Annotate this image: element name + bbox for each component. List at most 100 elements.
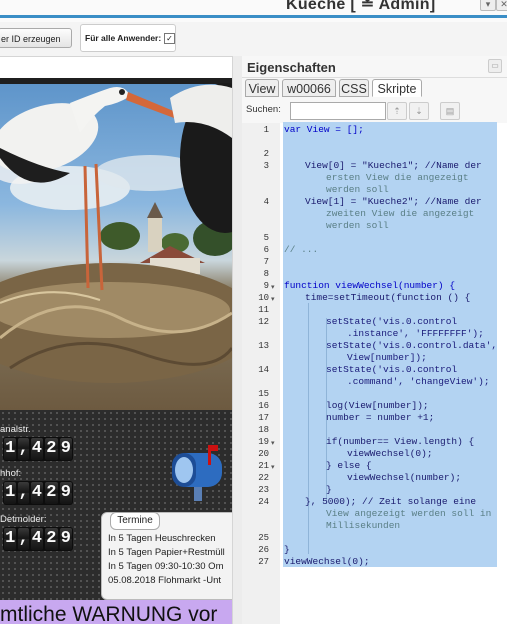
search-label: Suchen: <box>246 104 281 115</box>
line-number: 15 <box>258 389 269 399</box>
code-line: .instance', 'FFFFFFFF'); <box>347 328 484 339</box>
code-line: setState('vis.0.control <box>326 316 458 327</box>
counter-digit: 9 <box>59 528 73 550</box>
counter-label: Detmolder: <box>0 514 47 525</box>
line-number: 14 <box>258 365 269 375</box>
stork-nest-camera-image <box>0 78 232 410</box>
code-line: werden soll <box>326 184 389 195</box>
code-line: View[number]); <box>347 352 427 363</box>
counter-digit: 9 <box>59 438 73 460</box>
line-number: 10 <box>258 293 269 303</box>
counter-digit: 4 <box>30 438 44 460</box>
code-line: }, 5000); // Zeit solange eine <box>305 496 477 507</box>
line-number: 8 <box>263 269 269 279</box>
code-line: .command', 'changeView'); <box>347 376 490 387</box>
counter-digit: 4 <box>30 528 44 550</box>
close-icon[interactable]: ✕ <box>496 0 507 11</box>
line-number: 27 <box>258 557 269 567</box>
line-number: 20 <box>258 449 269 459</box>
line-number: 26 <box>258 545 269 555</box>
line-number: 2 <box>263 149 269 159</box>
code-line: viewWechsel(number); <box>347 472 462 483</box>
properties-panel: Eigenschaften ▭ View w00066 CSS Skripte … <box>242 56 507 624</box>
line-number: 24 <box>258 497 269 507</box>
line-number: 9 <box>263 281 269 291</box>
line-number: 21 <box>258 461 269 471</box>
code-line: var View = []; <box>284 124 364 135</box>
appointment-item: 05.08.2018 Flohmarkt -Unt <box>108 575 222 586</box>
code-line: } <box>284 544 290 555</box>
all-users-checkbox[interactable]: ✓ <box>164 33 175 44</box>
code-line: function viewWechsel(number) { <box>284 280 456 291</box>
line-number: 18 <box>258 425 269 435</box>
flip-counter: 1 , 4 2 9 <box>3 527 73 551</box>
code-line: } else { <box>326 460 372 471</box>
window-title: Kueche [ ≗ Admin] <box>286 0 436 13</box>
code-line: View angezeigt werden soll in <box>326 508 492 519</box>
counter-digit: 4 <box>30 482 44 504</box>
tab-skripte[interactable]: Skripte <box>372 79 422 97</box>
generate-id-button[interactable]: er ID erzeugen <box>0 28 72 48</box>
code-line: View[0] = "Kueche1"; //Name der <box>305 160 482 171</box>
counter-digit: 1 <box>4 438 17 460</box>
counter-digit: 9 <box>59 482 73 504</box>
code-line: log(View[number]); <box>326 400 429 411</box>
collapse-icon[interactable]: ▭ <box>488 59 502 73</box>
code-line: View[1] = "Kueche2"; //Name der <box>305 196 482 207</box>
search-up-button[interactable]: ⇡ <box>387 102 407 120</box>
line-number: 11 <box>258 305 269 315</box>
toolbar: er ID erzeugen Für alle Anwender: ✓ <box>0 22 507 57</box>
line-number: 16 <box>258 401 269 411</box>
counter-label: analstr. <box>0 424 31 435</box>
code-line: setState('vis.0.control <box>326 364 458 375</box>
counter-digit: 2 <box>45 528 58 550</box>
counter-separator: , <box>18 482 29 504</box>
counter-digit: 2 <box>45 482 58 504</box>
appointment-item: In 5 Tagen Heuschrecken <box>108 533 216 544</box>
search-input[interactable] <box>290 102 386 120</box>
line-number: 1 <box>263 125 269 135</box>
code-line: setState('vis.0.control.data', <box>326 340 498 351</box>
fold-marker-icon[interactable]: ▾ <box>271 439 275 447</box>
line-number: 3 <box>263 161 269 171</box>
counter-digit: 1 <box>4 528 17 550</box>
appointments-title: Termine <box>110 512 160 530</box>
tab-w00066[interactable]: w00066 <box>282 79 336 97</box>
search-down-button[interactable]: ⇣ <box>409 102 429 120</box>
line-number: 22 <box>258 473 269 483</box>
code-line: number = number +1; <box>326 412 435 423</box>
counter-digit: 2 <box>45 438 58 460</box>
code-line: zweiten View die angezeigt <box>326 208 475 219</box>
minimize-icon[interactable]: ▾ <box>480 0 496 11</box>
title-accent-line <box>0 15 507 18</box>
line-number: 4 <box>263 197 269 207</box>
stork-photo-illustration <box>0 78 232 383</box>
tab-css[interactable]: CSS <box>339 79 369 97</box>
all-users-label: Für alle Anwender: <box>85 33 162 43</box>
code-line: ersten View die angezeigt <box>326 172 469 183</box>
code-line: Millisekunden <box>326 520 401 531</box>
appointment-item: In 5 Tagen Papier+Restmüll <box>108 547 225 558</box>
code-line: viewWechsel(0); <box>347 448 433 459</box>
line-number: 5 <box>263 233 269 243</box>
flip-counter: 1 , 4 2 9 <box>3 481 73 505</box>
code-line: // ... <box>284 244 319 255</box>
code-line: werden soll <box>326 220 389 231</box>
line-number: 6 <box>263 245 269 255</box>
line-number: 7 <box>263 257 269 267</box>
appointments-widget: Termine In 5 Tagen Heuschrecken In 5 Tag… <box>101 512 232 600</box>
line-number: 12 <box>258 317 269 327</box>
line-number: 25 <box>258 533 269 543</box>
flip-counter: 1 , 4 2 9 <box>3 437 73 461</box>
fold-marker-icon[interactable]: ▾ <box>271 283 275 291</box>
save-icon[interactable]: ▤ <box>440 102 460 120</box>
tab-view[interactable]: View <box>245 79 279 97</box>
counter-separator: , <box>18 528 29 550</box>
fold-marker-icon[interactable]: ▾ <box>271 295 275 303</box>
line-number: 23 <box>258 485 269 495</box>
counter-digit: 1 <box>4 482 17 504</box>
fold-marker-icon[interactable]: ▾ <box>271 463 275 471</box>
code-line: if(number== View.length) { <box>326 436 475 447</box>
properties-header: Eigenschaften ▭ <box>242 56 507 78</box>
appointment-item: In 5 Tagen 09:30-10:30 Om <box>108 561 224 572</box>
